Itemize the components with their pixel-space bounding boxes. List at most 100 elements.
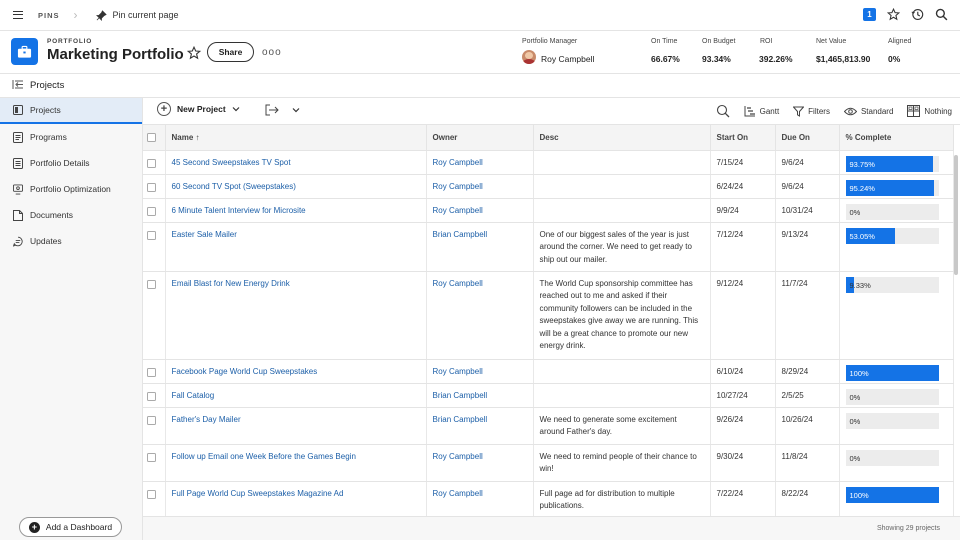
row-checkbox[interactable] — [147, 182, 156, 192]
column-header-name[interactable]: Name ↑ — [165, 125, 427, 151]
row-checkbox[interactable] — [147, 452, 156, 462]
column-header-owner[interactable]: Owner — [426, 125, 534, 151]
project-name-cell[interactable]: Facebook Page World Cup Sweepstakes — [165, 359, 427, 384]
row-checkbox[interactable] — [147, 158, 156, 168]
owner-cell[interactable]: Brian Campbell — [426, 407, 534, 445]
owner-link[interactable]: Roy Campbell — [433, 158, 483, 167]
owner-cell[interactable]: Brian Campbell — [426, 383, 534, 408]
share-button[interactable]: Share — [207, 42, 254, 62]
owner-link[interactable]: Brian Campbell — [433, 415, 488, 424]
owner-cell[interactable]: Roy Campbell — [426, 174, 534, 199]
main-menu-button[interactable] — [0, 0, 36, 31]
table-row[interactable]: Easter Sale Mailer Brian Campbell One of o… — [143, 222, 954, 272]
project-name-link[interactable]: Email Blast for New Energy Drink — [172, 279, 290, 288]
row-checkbox-cell[interactable] — [143, 407, 166, 445]
column-header-desc[interactable]: Desc — [533, 125, 711, 151]
sidebar-item-portfolio-details[interactable]: Portfolio Details — [0, 150, 142, 176]
filters-button[interactable]: Filters — [793, 106, 830, 117]
row-checkbox-cell[interactable] — [143, 359, 166, 384]
project-name-link[interactable]: Easter Sale Mailer — [172, 230, 237, 239]
pin-current-page-button[interactable]: Pin current page — [95, 9, 179, 21]
table-row[interactable]: 60 Second TV Spot (Sweepstakes) Roy Campb… — [143, 174, 954, 199]
favorites-star-icon[interactable] — [886, 7, 900, 21]
owner-cell[interactable]: Roy Campbell — [426, 481, 534, 516]
move-to-button[interactable] — [265, 104, 300, 116]
project-name-cell[interactable]: Follow up Email one Week Before the Game… — [165, 444, 427, 482]
project-name-cell[interactable]: Father's Day Mailer — [165, 407, 427, 445]
grouping-nothing-button[interactable]: Nothing — [907, 105, 952, 117]
owner-cell[interactable]: Roy Campbell — [426, 271, 534, 360]
owner-link[interactable]: Roy Campbell — [433, 489, 483, 498]
pins-label[interactable]: PINS — [38, 11, 60, 20]
table-row[interactable]: 6 Minute Talent Interview for Microsite R… — [143, 198, 954, 223]
project-name-cell[interactable]: 60 Second TV Spot (Sweepstakes) — [165, 174, 427, 199]
owner-link[interactable]: Brian Campbell — [433, 391, 488, 400]
column-header-percent-complete[interactable]: % Complete — [839, 125, 954, 151]
collapse-panel-icon[interactable] — [12, 79, 24, 92]
row-checkbox[interactable] — [147, 489, 156, 499]
project-name-cell[interactable]: 45 Second Sweepstakes TV Spot — [165, 150, 427, 175]
project-name-link[interactable]: 6 Minute Talent Interview for Microsite — [172, 206, 306, 215]
column-header-start-on[interactable]: Start On — [710, 125, 776, 151]
table-row[interactable]: Father's Day Mailer Brian Campbell We need… — [143, 407, 954, 445]
favorite-star-icon[interactable] — [186, 45, 202, 62]
row-checkbox-cell[interactable] — [143, 444, 166, 482]
new-project-button[interactable]: + New Project — [157, 102, 240, 116]
owner-cell[interactable]: Roy Campbell — [426, 359, 534, 384]
row-checkbox[interactable] — [147, 206, 156, 216]
gantt-button[interactable]: Gantt — [744, 105, 779, 117]
table-row[interactable]: 45 Second Sweepstakes TV Spot Roy Campbel… — [143, 150, 954, 175]
owner-link[interactable]: Roy Campbell — [433, 279, 483, 288]
table-row[interactable]: Fall Catalog Brian Campbell 10/27/24 2/5/25… — [143, 383, 954, 408]
project-name-link[interactable]: Follow up Email one Week Before the Game… — [172, 452, 356, 461]
row-checkbox-cell[interactable] — [143, 271, 166, 360]
row-checkbox-cell[interactable] — [143, 198, 166, 223]
row-checkbox-cell[interactable] — [143, 174, 166, 199]
row-checkbox-cell[interactable] — [143, 383, 166, 408]
owner-link[interactable]: Brian Campbell — [433, 230, 488, 239]
project-name-cell[interactable]: Email Blast for New Energy Drink — [165, 271, 427, 360]
row-checkbox-cell[interactable] — [143, 222, 166, 272]
table-row[interactable]: Email Blast for New Energy Drink Roy Camp… — [143, 271, 954, 360]
owner-link[interactable]: Roy Campbell — [433, 452, 483, 461]
search-list-button[interactable] — [716, 104, 730, 118]
sidebar-item-updates[interactable]: Updates — [0, 228, 142, 254]
project-name-link[interactable]: Facebook Page World Cup Sweepstakes — [172, 367, 318, 376]
project-name-link[interactable]: 45 Second Sweepstakes TV Spot — [172, 158, 291, 167]
row-checkbox[interactable] — [147, 391, 156, 401]
vertical-scrollbar[interactable] — [954, 155, 958, 275]
owner-link[interactable]: Roy Campbell — [433, 367, 483, 376]
recents-clock-icon[interactable] — [910, 7, 924, 21]
column-header-due-on[interactable]: Due On — [775, 125, 840, 151]
owner-link[interactable]: Roy Campbell — [433, 182, 483, 191]
view-standard-button[interactable]: Standard — [843, 107, 893, 116]
row-checkbox-cell[interactable] — [143, 481, 166, 516]
project-name-cell[interactable]: Full Page World Cup Sweepstakes Magazine… — [165, 481, 427, 516]
sidebar-item-portfolio-optimization[interactable]: Portfolio Optimization — [0, 176, 142, 202]
project-name-cell[interactable]: Fall Catalog — [165, 383, 427, 408]
owner-cell[interactable]: Roy Campbell — [426, 444, 534, 482]
owner-cell[interactable]: Roy Campbell — [426, 150, 534, 175]
more-options-icon[interactable]: ooo — [262, 47, 282, 58]
project-name-link[interactable]: Fall Catalog — [172, 391, 215, 400]
row-checkbox-cell[interactable] — [143, 150, 166, 175]
select-all-checkbox[interactable] — [147, 132, 156, 142]
search-icon[interactable] — [934, 7, 948, 21]
sidebar-item-programs[interactable]: Programs — [0, 124, 142, 150]
table-row[interactable]: Full Page World Cup Sweepstakes Magazine… — [143, 481, 954, 516]
project-name-cell[interactable]: 6 Minute Talent Interview for Microsite — [165, 198, 427, 223]
sidebar-item-documents[interactable]: Documents — [0, 202, 142, 228]
row-checkbox[interactable] — [147, 230, 156, 240]
sidebar-item-projects[interactable]: Projects — [0, 98, 142, 124]
project-name-link[interactable]: 60 Second TV Spot (Sweepstakes) — [172, 182, 296, 191]
add-dashboard-button[interactable]: + Add a Dashboard — [19, 517, 122, 537]
notifications-badge[interactable]: 1 — [863, 7, 876, 21]
row-checkbox[interactable] — [147, 415, 156, 425]
row-checkbox[interactable] — [147, 279, 156, 289]
select-all-checkbox-cell[interactable] — [143, 125, 166, 151]
project-name-link[interactable]: Full Page World Cup Sweepstakes Magazine… — [172, 489, 344, 498]
owner-link[interactable]: Roy Campbell — [433, 206, 483, 215]
project-name-cell[interactable]: Easter Sale Mailer — [165, 222, 427, 272]
table-row[interactable]: Follow up Email one Week Before the Game… — [143, 444, 954, 482]
owner-cell[interactable]: Roy Campbell — [426, 198, 534, 223]
